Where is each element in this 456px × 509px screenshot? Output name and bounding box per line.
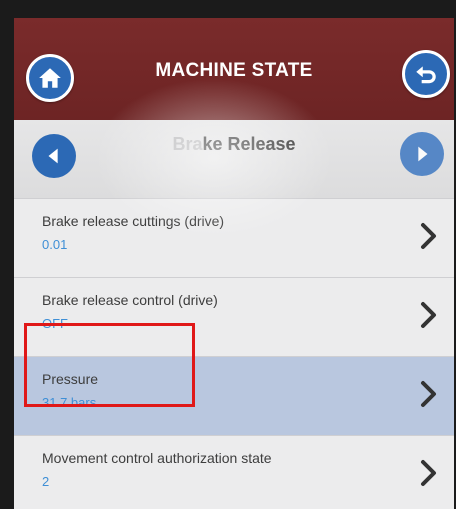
list-item-brake-release-cuttings[interactable]: Brake release cuttings (drive) 0.01: [14, 198, 454, 277]
next-section-button[interactable]: [400, 132, 444, 176]
list-item-value: 2: [42, 474, 50, 489]
chevron-right-icon: [421, 381, 436, 407]
section-title-faded: Bra: [172, 134, 203, 154]
chevron-right-icon: [421, 223, 436, 249]
chevron-right-icon: [418, 146, 428, 162]
page-title: MACHINE STATE: [155, 60, 313, 81]
section-title-main: ke Release: [202, 134, 296, 154]
return-icon: [416, 66, 436, 84]
list-item-value: 0.01: [42, 237, 68, 252]
device-screen: MACHINE STATE Brake Release Brake releas…: [14, 18, 454, 509]
highlight-annotation-box: [24, 323, 195, 407]
chevron-right-icon: [421, 302, 436, 328]
chevron-right-icon: [421, 460, 436, 486]
return-button[interactable]: [402, 50, 450, 98]
section-nav-bar: [14, 120, 454, 198]
list-item-movement-authorization[interactable]: Movement control authorization state 2: [14, 435, 454, 509]
list-item-label: Movement control authorization state: [42, 450, 272, 466]
section-title: Brake Release: [14, 134, 454, 155]
list-item-label: Brake release control (drive): [42, 292, 218, 308]
list-item-label: Brake release cuttings (drive): [42, 213, 225, 229]
